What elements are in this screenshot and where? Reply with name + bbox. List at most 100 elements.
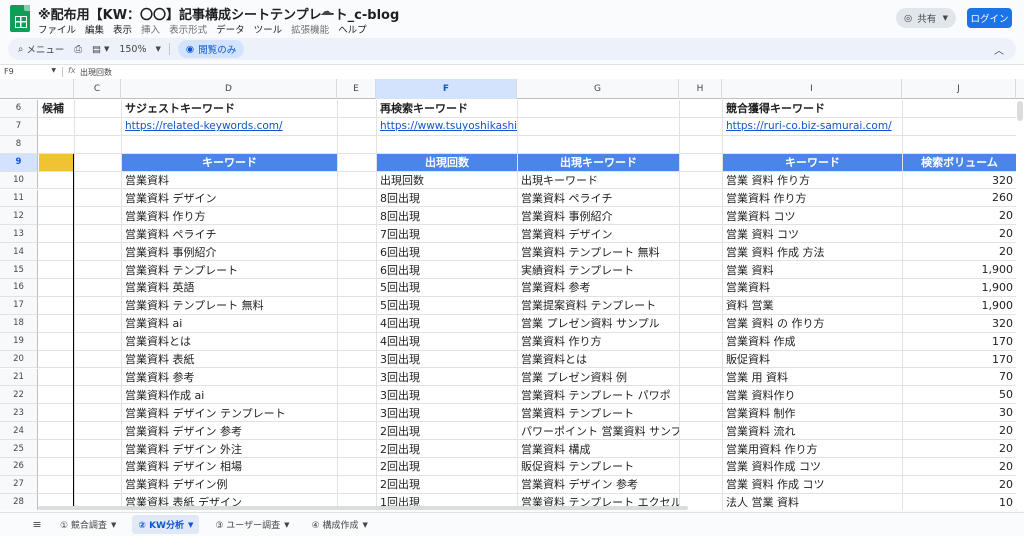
row-header[interactable]: 13: [0, 225, 38, 244]
formula-divider: [62, 67, 63, 77]
row-header[interactable]: 14: [0, 243, 38, 262]
column-header[interactable]: J: [902, 79, 1016, 99]
column-header[interactable]: F: [376, 79, 517, 99]
row-header[interactable]: 9: [0, 153, 38, 172]
competitor-keyword-cell: 営業 資料作り: [726, 388, 796, 402]
menu-search[interactable]: ⌕ メニュー: [18, 42, 64, 57]
menu-item[interactable]: 拡張機能: [291, 22, 329, 36]
competitor-keyword-cell: 営業 資料 コツ: [726, 227, 799, 241]
appeared-keyword-cell: 営業資料 デザイン: [521, 227, 613, 241]
row-header[interactable]: 19: [0, 332, 38, 351]
name-box[interactable]: F9 ▼: [4, 67, 56, 76]
count-cell: 3回出現: [380, 406, 420, 420]
row-header[interactable]: 20: [0, 350, 38, 369]
sheet-tab[interactable]: ① 競合調査 ▼: [54, 515, 122, 534]
row-header[interactable]: 6: [0, 100, 38, 118]
menu-item[interactable]: 編集: [85, 22, 104, 36]
research-keyword-link[interactable]: https://www.tsuyoshikashiwazaki.com/kw/: [377, 118, 517, 135]
column-header[interactable]: H: [679, 79, 722, 99]
menu-item[interactable]: 表示形式: [169, 22, 207, 36]
chevron-down-icon[interactable]: ▼: [284, 521, 289, 529]
suggest-keyword-cell: 営業資料 デザイン 参考: [125, 424, 242, 438]
vertical-scrollbar[interactable]: [1016, 99, 1024, 509]
row-header[interactable]: 21: [0, 368, 38, 387]
competitor-keyword-heading: 競合獲得キーワード: [726, 102, 825, 116]
print-icon: ⎙: [74, 43, 82, 55]
search-volume-cell: 1,900: [981, 298, 1014, 312]
chevron-up-icon[interactable]: ︿: [994, 42, 1004, 57]
grid-line: [74, 100, 75, 510]
row-header[interactable]: 26: [0, 458, 38, 476]
row-header[interactable]: 15: [0, 261, 38, 279]
column-header[interactable]: E: [337, 79, 376, 99]
column-header[interactable]: [38, 79, 74, 99]
menu-item[interactable]: ファイル: [38, 22, 76, 36]
competitor-keyword-link[interactable]: https://ruri-co.biz-samurai.com/: [723, 118, 902, 135]
toolbar: ⌕ メニュー ⎙ ▤ ▼ 150% ▼ ◉ 閲覧のみ ︿: [8, 38, 1016, 60]
competitor-keyword-cell: 営業 資料 作成 方法: [726, 245, 825, 259]
row-header[interactable]: 7: [0, 117, 38, 136]
menu-item[interactable]: データ: [216, 22, 245, 36]
row-header[interactable]: 8: [0, 135, 38, 154]
row-header[interactable]: 18: [0, 314, 38, 333]
row-header[interactable]: 10: [0, 171, 38, 190]
view-only-button[interactable]: ◉ 閲覧のみ: [177, 40, 245, 58]
row-header[interactable]: 25: [0, 440, 38, 458]
sheet-tab[interactable]: ③ ユーザー調査 ▼: [209, 515, 295, 534]
count-cell: 3回出現: [380, 388, 420, 402]
row-header[interactable]: 12: [0, 207, 38, 226]
column-header[interactable]: I: [722, 79, 902, 99]
paint-format-button[interactable]: ▤ ▼: [92, 44, 109, 55]
sheet-tab-label: ① 競合調査: [60, 521, 107, 531]
row-header[interactable]: 17: [0, 296, 38, 315]
table-header-keyword: キーワード: [723, 153, 902, 171]
menu-item[interactable]: ヘルプ: [338, 22, 367, 36]
suggest-keyword-cell: 営業資料 表紙: [125, 353, 195, 367]
sheets-logo-icon[interactable]: [10, 5, 30, 32]
sheet-tab[interactable]: ② KW分析 ▼: [132, 515, 200, 534]
menu-item[interactable]: 挿入: [141, 22, 160, 36]
document-title[interactable]: ※配布用【KW：〇〇】記事構成シートテンプレート_c-blog: [38, 4, 399, 23]
chevron-down-icon[interactable]: ▼: [111, 521, 116, 529]
table-header-keyword: キーワード: [122, 153, 337, 171]
horizontal-scrollbar[interactable]: [38, 506, 688, 510]
row-header[interactable]: 28: [0, 493, 38, 510]
cloud-status-icon[interactable]: ☁: [320, 4, 332, 18]
row-header[interactable]: 22: [0, 386, 38, 405]
share-button[interactable]: ◎ 共有 ▼: [896, 8, 956, 28]
competitor-keyword-cell: 営業資料 制作: [726, 406, 796, 420]
column-header[interactable]: D: [121, 79, 337, 99]
sheet-grid[interactable]: CDEFGHIJ 6 候補 サジェストキーワード 再検索キーワード 競合獲得キーワード 7…: [0, 79, 1024, 510]
grid-line: [722, 100, 723, 510]
row-header[interactable]: 16: [0, 279, 38, 297]
column-header[interactable]: G: [517, 79, 679, 99]
suggest-keyword-cell: 営業資料 デザイン: [125, 191, 217, 205]
row-header[interactable]: 24: [0, 422, 38, 441]
all-sheets-icon[interactable]: ≡: [30, 518, 44, 531]
chevron-down-icon[interactable]: ▼: [362, 521, 367, 529]
sheet-tab[interactable]: ④ 構成作成 ▼: [306, 515, 374, 534]
search-volume-cell: 1,900: [981, 280, 1014, 294]
print-button[interactable]: ⎙: [74, 44, 82, 55]
login-button[interactable]: ログイン: [967, 8, 1012, 28]
row-header[interactable]: 23: [0, 404, 38, 423]
suggest-keyword-link[interactable]: https://related-keywords.com/: [122, 118, 337, 135]
suggest-keyword-cell: 営業資料 デザイン例: [125, 478, 228, 492]
chevron-down-icon[interactable]: ▼: [943, 14, 948, 22]
row-header[interactable]: 27: [0, 475, 38, 494]
scroll-thumb[interactable]: [1017, 101, 1023, 121]
menu-item[interactable]: 表示: [113, 22, 132, 36]
formula-input[interactable]: 出現回数: [80, 67, 112, 78]
count-cell: 出現回数: [380, 174, 424, 188]
row-header[interactable]: 11: [0, 189, 38, 208]
zoom-select[interactable]: 150% ▼: [119, 44, 161, 55]
appeared-keyword-cell: 営業資料とは: [521, 353, 587, 367]
count-cell: 8回出現: [380, 191, 420, 205]
sheet-tab-bar: ≡ ① 競合調査 ▼ ② KW分析 ▼ ③ ユーザー調査 ▼ ④ 構成作成 ▼: [0, 512, 1024, 536]
chevron-down-icon: ▼: [51, 67, 56, 74]
chevron-down-icon[interactable]: ▼: [188, 521, 193, 529]
menu-item[interactable]: ツール: [254, 22, 283, 36]
suggest-keyword-cell: 営業資料とは: [125, 335, 191, 349]
competitor-keyword-cell: 営業資料: [726, 281, 770, 295]
column-header[interactable]: C: [74, 79, 121, 99]
